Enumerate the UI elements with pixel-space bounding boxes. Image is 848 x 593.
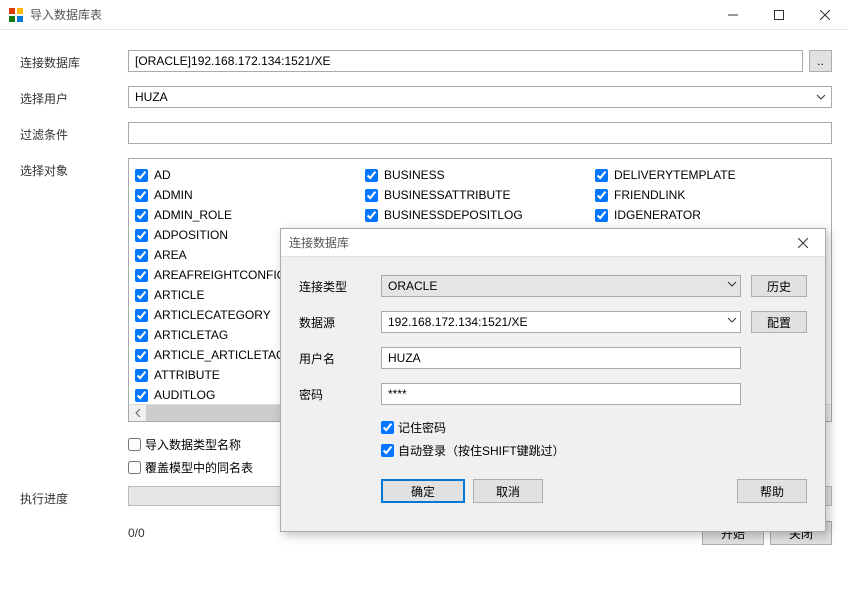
browse-connect-button[interactable]: .. [809,50,832,72]
history-button[interactable]: 历史 [751,275,807,297]
conn-type-combo[interactable]: ORACLE [381,275,741,297]
username-input[interactable] [381,347,741,369]
window-title: 导入数据库表 [30,6,710,23]
close-button[interactable] [802,0,848,30]
list-item[interactable]: BUSINESS [365,165,595,185]
scroll-left-icon[interactable] [129,405,146,422]
progress-label: 执行进度 [20,486,128,507]
connect-db-label: 连接数据库 [20,50,128,71]
dialog-title: 连接数据库 [289,234,789,251]
minimize-button[interactable] [710,0,756,30]
dialog-titlebar: 连接数据库 [281,229,825,257]
list-item[interactable]: ADMIN_ROLE [135,205,365,225]
select-user-combo[interactable] [128,86,832,108]
password-label: 密码 [299,386,371,403]
ok-button[interactable]: 确定 [381,479,465,503]
select-user-label: 选择用户 [20,86,128,107]
list-item[interactable]: DELIVERYTEMPLATE [595,165,825,185]
list-item[interactable]: BUSINESSDEPOSITLOG [365,205,595,225]
list-item[interactable]: ADMIN [135,185,365,205]
select-obj-label: 选择对象 [20,158,128,179]
list-item[interactable]: AD [135,165,365,185]
filter-label: 过滤条件 [20,122,128,143]
username-label: 用户名 [299,350,371,367]
password-input[interactable] [381,383,741,405]
dialog-close-button[interactable] [789,229,817,257]
help-button[interactable]: 帮助 [737,479,807,503]
list-item[interactable]: IDGENERATOR [595,205,825,225]
connect-db-input[interactable] [128,50,803,72]
app-icon [8,7,24,23]
data-source-label: 数据源 [299,314,371,331]
main-titlebar: 导入数据库表 [0,0,848,30]
auto-login-checkbox[interactable]: 自动登录（按住SHIFT键跳过） [381,442,807,459]
connect-dialog: 连接数据库 连接类型 ORACLE 历史 数据源 配置 [280,228,826,532]
conn-type-label: 连接类型 [299,278,371,295]
cancel-button[interactable]: 取消 [473,479,543,503]
filter-input[interactable] [128,122,832,144]
config-button[interactable]: 配置 [751,311,807,333]
data-source-combo[interactable] [381,311,741,333]
maximize-button[interactable] [756,0,802,30]
remember-password-checkbox[interactable]: 记住密码 [381,419,807,436]
list-item[interactable]: FRIENDLINK [595,185,825,205]
list-item[interactable]: BUSINESSATTRIBUTE [365,185,595,205]
